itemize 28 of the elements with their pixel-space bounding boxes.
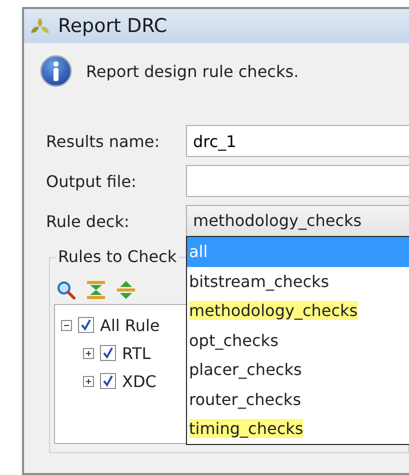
field-label: Output file: bbox=[46, 172, 138, 190]
field-label: Rule deck: bbox=[46, 212, 130, 230]
input-field[interactable]: drc_1 bbox=[186, 125, 409, 157]
input-field[interactable] bbox=[186, 165, 409, 197]
info-message: Report design rule checks. bbox=[86, 62, 299, 80]
dropdown-option[interactable]: timing_checks bbox=[187, 414, 409, 444]
checkbox[interactable] bbox=[100, 373, 116, 389]
checkbox[interactable] bbox=[78, 317, 94, 333]
checkbox[interactable] bbox=[100, 345, 116, 361]
field-label: Results name: bbox=[46, 132, 161, 150]
dropdown-option[interactable]: opt_checks bbox=[187, 326, 409, 355]
tree-item-label[interactable]: RTL bbox=[122, 344, 151, 362]
collapse-all-icon[interactable] bbox=[86, 280, 106, 300]
dropdown-option[interactable]: router_checks bbox=[187, 384, 409, 414]
expand-toggle-icon[interactable] bbox=[83, 376, 94, 386]
tree-item-label[interactable]: XDC bbox=[122, 372, 156, 390]
collapse-toggle-icon[interactable] bbox=[61, 320, 72, 330]
dropdown-option[interactable]: placer_checks bbox=[187, 355, 409, 384]
expand-toggle-icon[interactable] bbox=[83, 348, 94, 358]
search-icon[interactable] bbox=[56, 280, 76, 300]
dropdown-option[interactable]: bitstream_checks bbox=[187, 266, 409, 296]
dropdown-option[interactable]: methodology_checks bbox=[187, 296, 409, 326]
leaf-logo-icon bbox=[30, 17, 50, 35]
expand-all-icon[interactable] bbox=[116, 280, 136, 300]
rule-deck-dropdown[interactable]: methodology_checks bbox=[186, 205, 409, 237]
tree-item-label[interactable]: All Rule bbox=[100, 316, 160, 334]
info-icon bbox=[40, 55, 72, 87]
window-title: Report DRC bbox=[58, 15, 168, 37]
